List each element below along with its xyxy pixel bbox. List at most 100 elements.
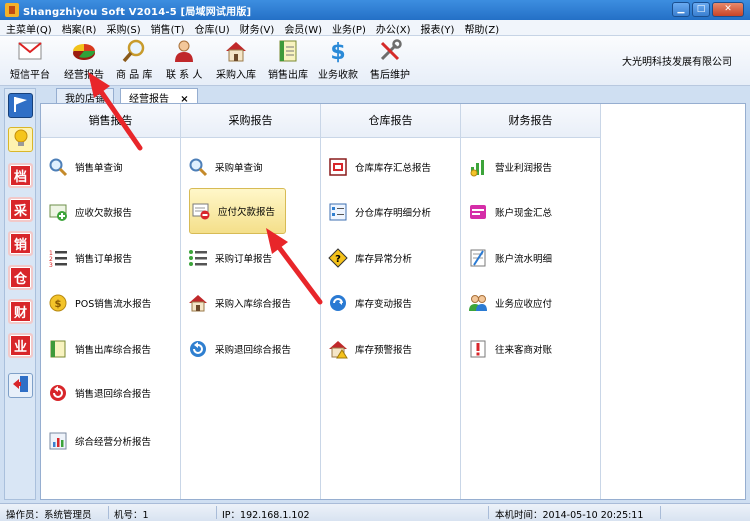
undo-icon: [187, 338, 209, 360]
people-icon: [467, 292, 489, 314]
ledger-icon: [47, 338, 69, 360]
report-item[interactable]: 采购订单报告: [187, 239, 315, 277]
account-detail-icon: [467, 247, 489, 269]
menu-warehouse[interactable]: 仓库(U): [189, 20, 234, 36]
report-item-highlighted[interactable]: 应付欠款报告: [189, 188, 286, 234]
report-item[interactable]: 销售单查询: [47, 148, 175, 186]
nav-business-button[interactable]: 业: [8, 333, 33, 358]
envelope-icon: [17, 38, 43, 64]
bullet-list-icon: [187, 247, 209, 269]
report-item[interactable]: 仓库库存汇总报告: [327, 148, 455, 186]
report-panel: 销售报告 销售单查询 应收欠款报告 123 销售订单报告 $ POS销售流水报告…: [40, 103, 746, 500]
title-bar: Shangzhiyou Soft V2014-5 [局域网试用版] ▁ □ ✕: [0, 0, 750, 20]
report-item[interactable]: 业务应收应付: [467, 284, 595, 322]
menu-reports[interactable]: 报表(Y): [415, 20, 459, 36]
left-nav: 档 采 销 仓 财 业: [4, 88, 36, 500]
cash-account-icon: [467, 201, 489, 223]
status-ip: IP：192.168.1.102: [222, 510, 310, 521]
report-item[interactable]: 123 销售订单报告: [47, 239, 175, 277]
dollar-icon: $: [325, 38, 351, 64]
reconcile-icon: [467, 338, 489, 360]
menu-archive[interactable]: 档案(R): [56, 20, 101, 36]
status-divider: [488, 506, 489, 519]
minimize-button[interactable]: ▁: [672, 2, 690, 17]
contacts-button[interactable]: 联 系 人: [166, 38, 202, 84]
house-icon: [187, 292, 209, 314]
nav-archive-button[interactable]: 档: [8, 163, 33, 188]
status-time: 本机时间：2014-05-10 20:25:11: [495, 510, 644, 521]
report-item[interactable]: 采购入库综合报告: [187, 284, 315, 322]
exit-door-icon: [12, 375, 30, 397]
report-item[interactable]: 采购退回综合报告: [187, 330, 315, 368]
pie-chart-icon: [71, 38, 97, 64]
tab-business-report[interactable]: 经营报告 ×: [120, 88, 198, 105]
lightbulb-icon: [13, 128, 29, 152]
nav-warehouse-button[interactable]: 仓: [8, 265, 33, 290]
receivable-icon: [47, 201, 69, 223]
report-item[interactable]: 库存变动报告: [327, 284, 455, 322]
nav-finance-button[interactable]: 财: [8, 299, 33, 324]
report-item[interactable]: ? 库存异常分析: [327, 239, 455, 277]
report-item[interactable]: $ POS销售流水报告: [47, 284, 175, 322]
nav-tips-button[interactable]: [8, 127, 33, 152]
window-controls: ▁ □ ✕: [672, 2, 744, 17]
sms-platform-button[interactable]: 短信平台: [10, 38, 50, 84]
person-icon: [171, 38, 197, 64]
ledger-icon: [275, 38, 301, 64]
tab-my-store[interactable]: 我的店铺: [56, 88, 114, 105]
svg-text:?: ?: [335, 254, 341, 265]
nav-sales-button[interactable]: 销: [8, 231, 33, 256]
menu-member[interactable]: 会员(W): [278, 20, 326, 36]
column-title: 财务报告: [461, 104, 600, 138]
inventory-summary-icon: [327, 156, 349, 178]
status-operator: 操作员：系统管理员: [6, 510, 92, 521]
report-item[interactable]: 销售出库综合报告: [47, 330, 175, 368]
product-library-button[interactable]: 商 品 库: [116, 38, 152, 84]
payable-icon: [190, 200, 212, 222]
status-divider: [108, 506, 109, 519]
nav-exit-button[interactable]: [8, 373, 33, 398]
menu-finance[interactable]: 财务(V): [234, 20, 279, 36]
purchase-in-button[interactable]: 采购入库: [216, 38, 256, 84]
report-item[interactable]: 营业利润报告: [467, 148, 595, 186]
menu-office[interactable]: 办公(X): [370, 20, 415, 36]
refresh-icon: [327, 292, 349, 314]
menu-business[interactable]: 业务(P): [326, 20, 370, 36]
report-item[interactable]: 分仓库存明细分析: [327, 193, 455, 231]
profit-chart-icon: [467, 156, 489, 178]
magnifier-icon: [121, 38, 147, 64]
report-item[interactable]: 采购单查询: [187, 148, 315, 186]
sales-report-column: 销售报告 销售单查询 应收欠款报告 123 销售订单报告 $ POS销售流水报告…: [41, 104, 181, 499]
svg-text:$: $: [55, 299, 62, 310]
menu-purchase[interactable]: 采购(S): [100, 20, 144, 36]
return-icon: [47, 382, 69, 404]
purchase-report-column: 采购报告 采购单查询 应付欠款报告 采购订单报告 采购入库综合报告 采购退回综合…: [181, 104, 321, 499]
close-window-button[interactable]: ✕: [712, 2, 744, 17]
menu-main[interactable]: 主菜单(Q): [0, 20, 56, 36]
column-title: 销售报告: [41, 104, 180, 138]
nav-flag-button[interactable]: [8, 93, 33, 118]
menu-sales[interactable]: 销售(T): [145, 20, 189, 36]
report-item[interactable]: 账户现金汇总: [467, 193, 595, 231]
business-collection-button[interactable]: $ 业务收款: [318, 38, 358, 84]
report-item[interactable]: 应收欠款报告: [47, 193, 175, 231]
column-title: 采购报告: [181, 104, 320, 138]
business-report-button[interactable]: 经营报告: [64, 38, 104, 84]
report-item[interactable]: 往来客商对账: [467, 330, 595, 368]
numbered-list-icon: 123: [47, 247, 69, 269]
maximize-button[interactable]: □: [692, 2, 710, 17]
after-sales-button[interactable]: 售后维护: [370, 38, 410, 84]
finance-report-column: 财务报告 营业利润报告 账户现金汇总 账户流水明细 业务应收应付 往来客商对账: [461, 104, 601, 499]
menu-bar: 主菜单(Q) 档案(R) 采购(S) 销售(T) 仓库(U) 财务(V) 会员(…: [0, 20, 750, 36]
status-divider: [216, 506, 217, 519]
flag-icon: [12, 95, 30, 117]
report-item[interactable]: 库存预警报告: [327, 330, 455, 368]
report-item[interactable]: 账户流水明细: [467, 239, 595, 277]
report-item[interactable]: 销售退回综合报告: [47, 374, 175, 412]
nav-purchase-button[interactable]: 采: [8, 197, 33, 222]
report-item[interactable]: 综合经营分析报告: [47, 422, 175, 460]
status-machine: 机号：1: [114, 510, 149, 521]
sales-out-button[interactable]: 销售出库: [268, 38, 308, 84]
menu-help[interactable]: 帮助(Z): [458, 20, 503, 36]
alert-house-icon: [327, 338, 349, 360]
